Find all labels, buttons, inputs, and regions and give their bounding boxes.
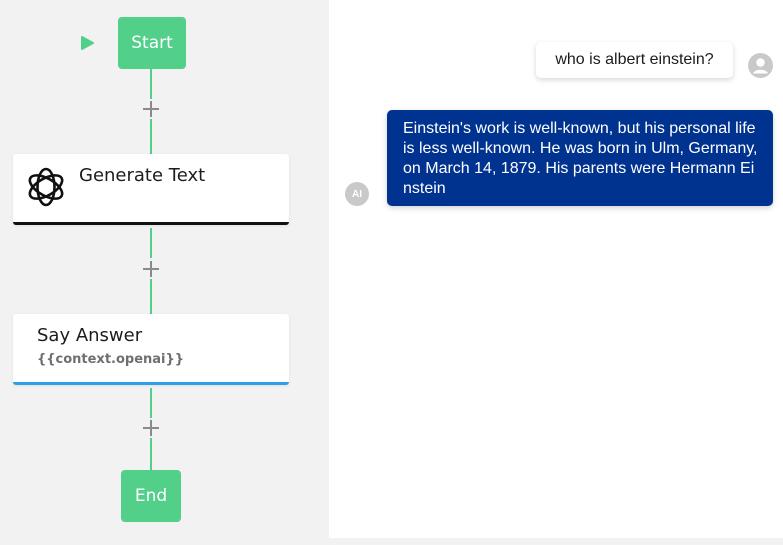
chat-footer bbox=[329, 538, 783, 545]
connector-line bbox=[150, 69, 152, 99]
end-node[interactable]: End bbox=[121, 470, 181, 522]
connector-line bbox=[150, 279, 152, 314]
say-answer-title: Say Answer bbox=[37, 325, 143, 346]
play-icon[interactable] bbox=[79, 35, 95, 51]
connector-line bbox=[150, 438, 152, 470]
generate-text-node[interactable]: Generate Text bbox=[13, 154, 289, 225]
connector-line bbox=[150, 228, 152, 258]
say-answer-variable: {{context.openai}} bbox=[37, 352, 185, 367]
say-answer-node[interactable]: Say Answer {{context.openai}} bbox=[13, 314, 289, 385]
connector-line bbox=[150, 388, 152, 418]
start-node[interactable]: Start bbox=[118, 17, 186, 69]
connector-line bbox=[150, 119, 152, 154]
user-avatar-icon bbox=[748, 53, 773, 78]
generate-text-title: Generate Text bbox=[79, 165, 206, 186]
add-step-plus-icon[interactable] bbox=[141, 418, 161, 438]
ai-message: Einstein's work is well-known, but his p… bbox=[387, 110, 773, 206]
flow-canvas: Start Generate Text Say Answer {{context… bbox=[0, 0, 329, 545]
user-message: who is albert einstein? bbox=[536, 42, 733, 78]
ai-avatar-icon: AI bbox=[345, 182, 369, 206]
add-step-plus-icon[interactable] bbox=[141, 259, 161, 279]
add-step-plus-icon[interactable] bbox=[141, 99, 161, 119]
chat-panel: who is albert einstein? AI Einstein's wo… bbox=[329, 0, 783, 538]
openai-icon bbox=[24, 165, 68, 209]
